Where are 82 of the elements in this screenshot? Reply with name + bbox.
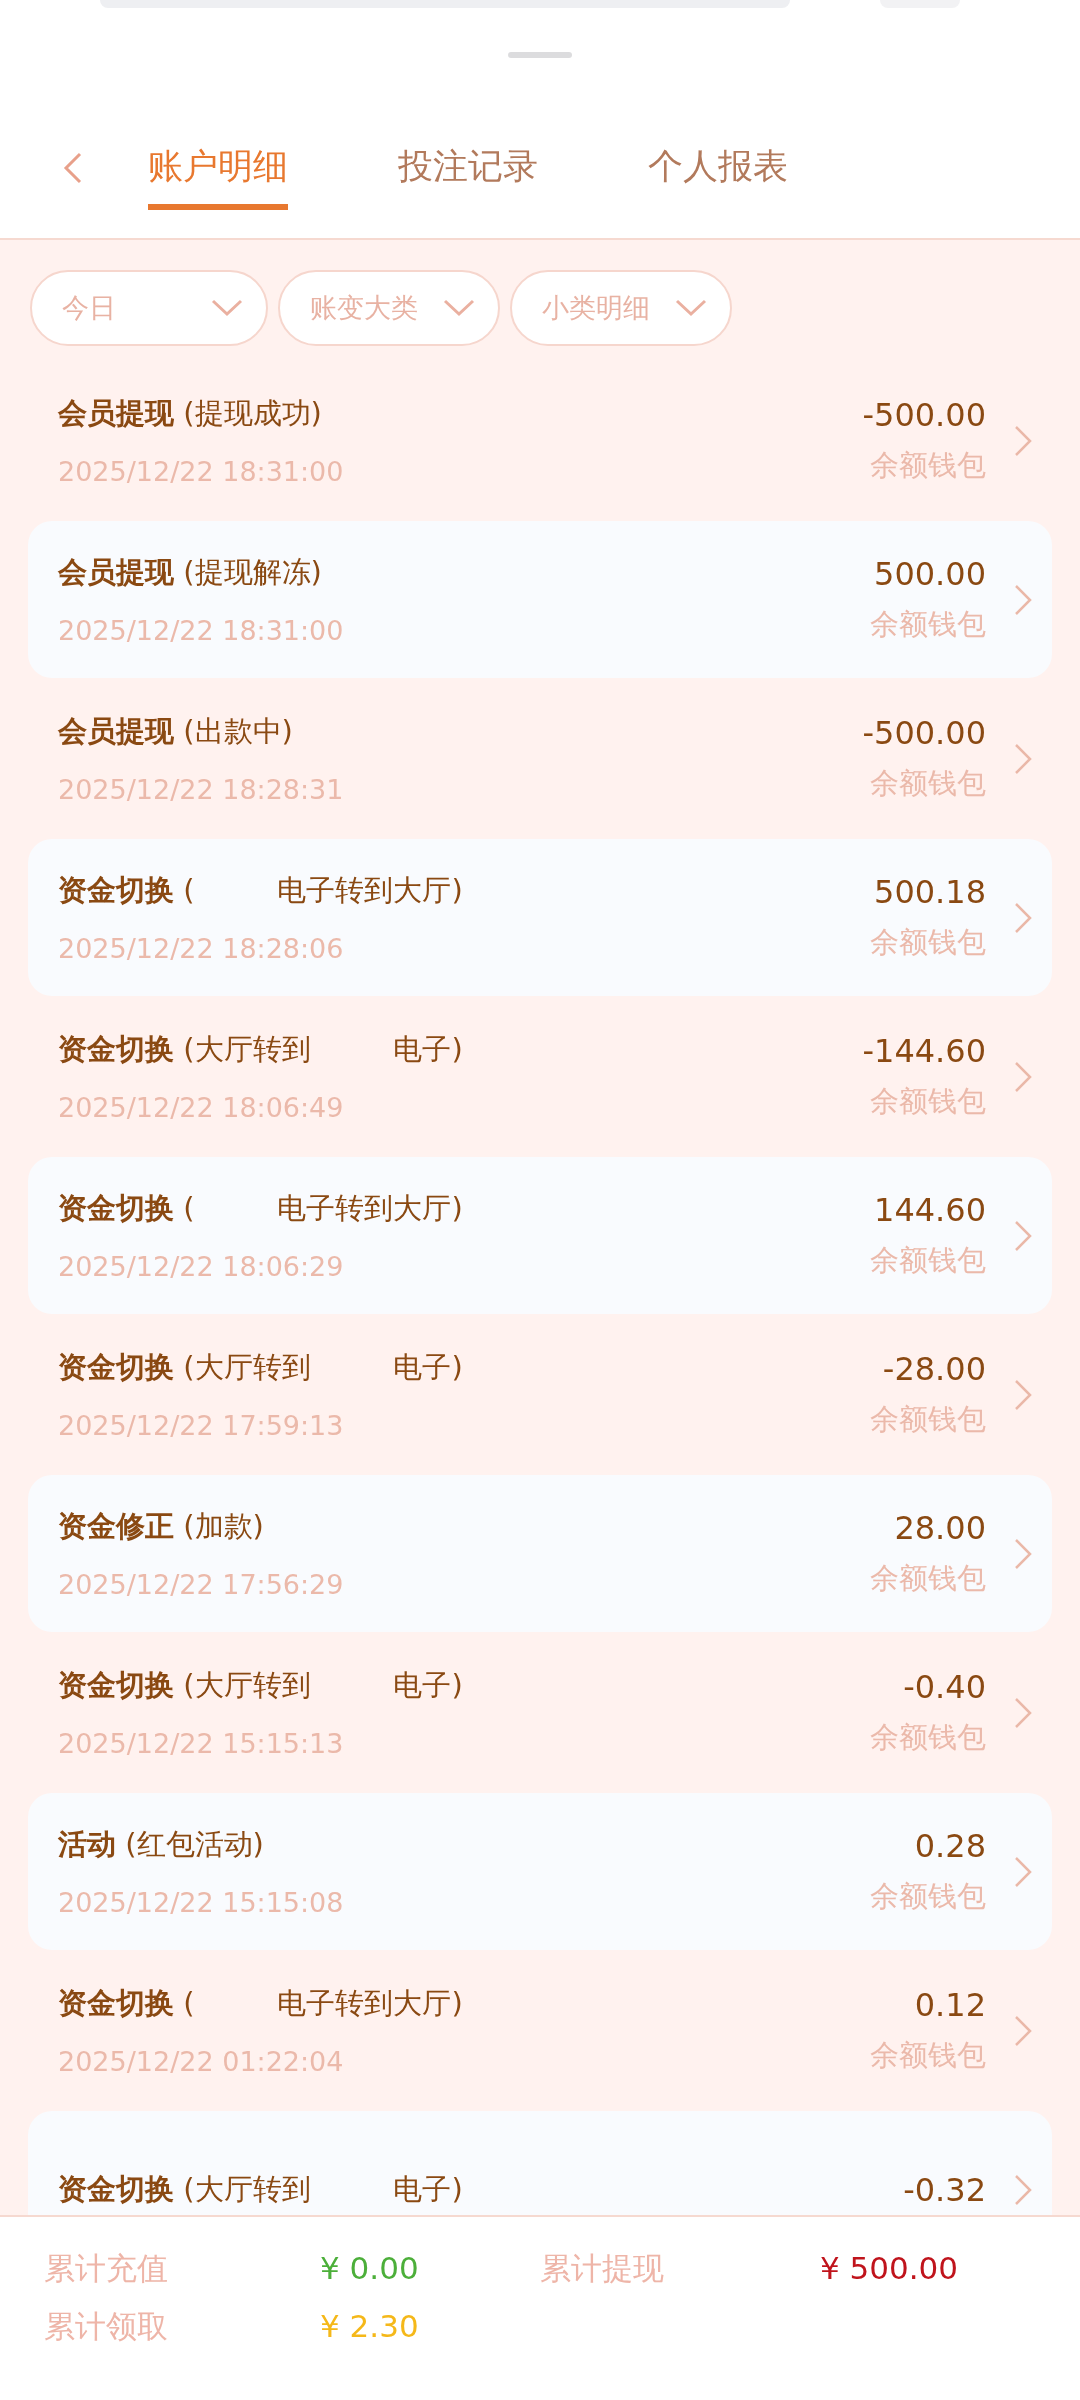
- record-title: 资金修正 (加款): [58, 1508, 265, 1545]
- record-time: 2025/12/22 17:59:13: [58, 1410, 345, 1441]
- chevron-right-icon: [1014, 1696, 1032, 1729]
- record-amount: -0.32: [903, 2170, 986, 2209]
- tab[interactable]: 投注记录: [398, 144, 538, 210]
- chevron-right-icon: [1014, 424, 1032, 457]
- chevron-down-icon: [210, 298, 244, 318]
- chevron-right-icon: [1014, 901, 1032, 934]
- record-card[interactable]: 资金切换 (大厅转到 电子) -0.32: [28, 2111, 1052, 2215]
- wallet-label: 余额钱包: [870, 1082, 986, 1120]
- wallet-label: 余额钱包: [870, 446, 986, 484]
- chevron-right-icon: [1014, 583, 1032, 616]
- wallet-label: 余额钱包: [870, 605, 986, 643]
- record-time: 2025/12/22 15:15:13: [58, 1728, 345, 1759]
- summary-value: ¥ 500.00: [820, 2249, 960, 2288]
- record-time: 2025/12/22 18:28:31: [58, 774, 345, 805]
- record-amount: -144.60: [862, 1031, 986, 1070]
- record-row[interactable]: 资金切换 ( 电子转到大厅) 2025/12/22 01:22:04 0.12 余额钱包: [28, 1952, 1052, 2109]
- record-card[interactable]: 资金切换 ( 电子转到大厅) 2025/12/22 18:28:06 500.18 余额钱包: [28, 839, 1052, 996]
- record-title: 会员提现 (出款中): [58, 713, 294, 750]
- record-card[interactable]: 会员提现 (提现解冻) 2025/12/22 18:31:00 500.00 余额钱包: [28, 521, 1052, 678]
- drag-handle[interactable]: [508, 52, 572, 58]
- record-title: 资金切换 ( 电子转到大厅): [58, 1985, 464, 2022]
- record-time: 2025/12/22 01:22:04: [58, 2046, 345, 2077]
- tab[interactable]: 个人报表: [648, 144, 788, 210]
- wallet-label: 余额钱包: [870, 1241, 986, 1279]
- record-amount: -500.00: [862, 395, 986, 434]
- chevron-right-icon: [1014, 2014, 1032, 2047]
- wallet-label: 余额钱包: [870, 1877, 986, 1915]
- chevron-right-icon: [1014, 2173, 1032, 2206]
- record-time: 2025/12/22 18:06:49: [58, 1092, 345, 1123]
- record-amount: 500.00: [874, 554, 986, 593]
- record-title: 资金切换 ( 电子转到大厅): [58, 872, 464, 909]
- record-title: 会员提现 (提现成功): [58, 395, 323, 432]
- record-card[interactable]: 活动 (红包活动) 2025/12/22 15:15:08 0.28 余额钱包: [28, 1793, 1052, 1950]
- record-time: 2025/12/22 15:15:08: [58, 1887, 345, 1918]
- record-time: 2025/12/22 17:56:29: [58, 1569, 345, 1600]
- summary-value: ¥ 0.00: [320, 2249, 420, 2288]
- record-time: 2025/12/22 18:31:00: [58, 615, 345, 646]
- record-amount: 28.00: [894, 1508, 986, 1547]
- record-amount: -500.00: [862, 713, 986, 752]
- chevron-down-icon: [442, 298, 476, 318]
- record-amount: -28.00: [882, 1349, 986, 1388]
- record-card[interactable]: 资金切换 ( 电子转到大厅) 2025/12/22 18:06:29 144.60 余额钱包: [28, 1157, 1052, 1314]
- wallet-label: 余额钱包: [870, 1400, 986, 1438]
- record-title: 资金切换 (大厅转到 电子): [58, 1031, 464, 1068]
- record-row[interactable]: 资金切换 (大厅转到 电子) 2025/12/22 17:59:13 -28.00 余额钱包: [28, 1316, 1052, 1473]
- wallet-label: 余额钱包: [870, 1718, 986, 1756]
- record-amount: 0.28: [914, 1826, 986, 1865]
- chevron-right-icon: [1014, 1219, 1032, 1252]
- record-title: 资金切换 ( 电子转到大厅): [58, 1190, 464, 1227]
- record-time: 2025/12/22 18:31:00: [58, 456, 345, 487]
- record-row[interactable]: 资金切换 (大厅转到 电子) 2025/12/22 18:06:49 -144.60 余额钱包: [28, 998, 1052, 1155]
- wallet-label: 余额钱包: [870, 1559, 986, 1597]
- chevron-right-icon: [1014, 1060, 1032, 1093]
- wallet-label: 余额钱包: [870, 923, 986, 961]
- chevron-right-icon: [1014, 742, 1032, 775]
- record-row[interactable]: 会员提现 (提现成功) 2025/12/22 18:31:00 -500.00 余额钱包: [28, 362, 1052, 519]
- wallet-label: 余额钱包: [870, 764, 986, 802]
- record-row[interactable]: 会员提现 (出款中) 2025/12/22 18:28:31 -500.00 余额钱包: [28, 680, 1052, 837]
- chevron-right-icon: [1014, 1855, 1032, 1888]
- summary-label: 累计提现: [540, 2249, 665, 2288]
- record-amount: 500.18: [874, 872, 986, 911]
- summary-value: ¥ 2.30: [320, 2307, 420, 2346]
- record-amount: -0.40: [903, 1667, 986, 1706]
- record-title: 会员提现 (提现解冻): [58, 554, 323, 591]
- record-title: 资金切换 (大厅转到 电子): [58, 1667, 464, 1704]
- record-amount: 0.12: [914, 1985, 986, 2024]
- wallet-label: 余额钱包: [870, 2036, 986, 2074]
- record-title: 活动 (红包活动): [58, 1826, 265, 1863]
- summary-label: 累计领取: [44, 2307, 169, 2346]
- summary-label: 累计充值: [44, 2249, 169, 2288]
- chevron-right-icon: [1014, 1537, 1032, 1570]
- chevron-right-icon: [1014, 1378, 1032, 1411]
- chevron-down-icon: [674, 298, 708, 318]
- record-row[interactable]: 资金切换 (大厅转到 电子) 2025/12/22 15:15:13 -0.40 余额钱包: [28, 1634, 1052, 1791]
- record-time: 2025/12/22 18:28:06: [58, 933, 345, 964]
- record-card[interactable]: 资金修正 (加款) 2025/12/22 17:56:29 28.00 余额钱包: [28, 1475, 1052, 1632]
- record-title: 资金切换 (大厅转到 电子): [58, 1349, 464, 1386]
- record-amount: 144.60: [874, 1190, 986, 1229]
- record-time: 2025/12/22 18:06:29: [58, 1251, 345, 1282]
- record-title: 资金切换 (大厅转到 电子): [58, 2170, 464, 2208]
